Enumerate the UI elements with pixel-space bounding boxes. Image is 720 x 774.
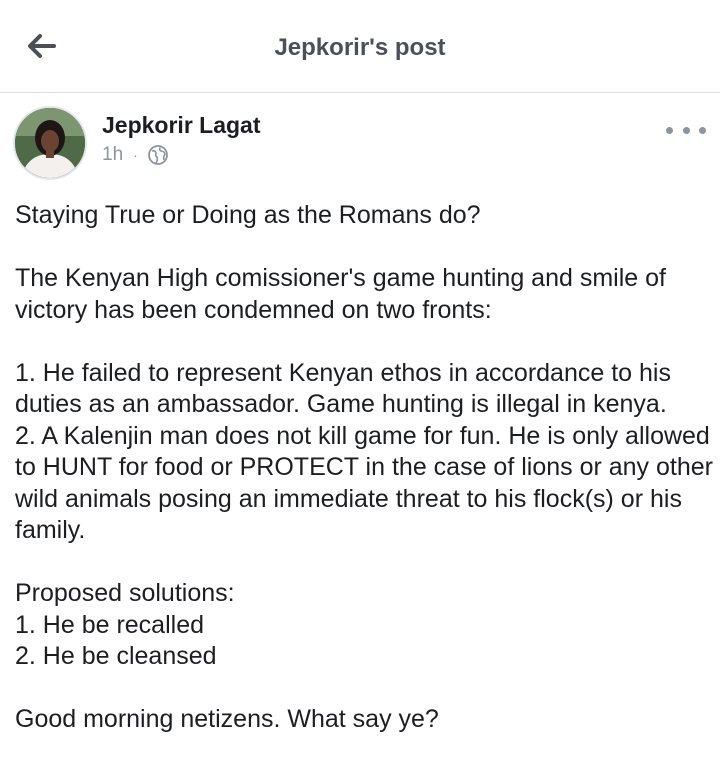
post-header: Jepkorir Lagat 1h · bbox=[0, 92, 720, 192]
post-line: The Kenyan High comissioner's game hunti… bbox=[15, 264, 666, 324]
meta-separator: · bbox=[133, 147, 138, 163]
post-text: Staying True or Doing as the Romans do? … bbox=[15, 200, 715, 736]
post-line: 2. A Kalenjin man does not kill game for… bbox=[15, 421, 713, 545]
author-name[interactable]: Jepkorir Lagat bbox=[102, 112, 261, 139]
more-options-button[interactable] bbox=[666, 122, 706, 138]
avatar[interactable] bbox=[13, 106, 87, 180]
top-bar: Jepkorir's post bbox=[0, 0, 720, 93]
post-time[interactable]: 1h bbox=[102, 144, 123, 166]
globe-icon bbox=[147, 145, 168, 165]
more-dot bbox=[682, 126, 690, 134]
post-line: Staying True or Doing as the Romans do? bbox=[15, 201, 481, 229]
post-line: Good morning netizens. What say ye? bbox=[15, 705, 439, 733]
more-dot bbox=[666, 126, 673, 134]
post-line: 1. He failed to represent Kenyan ethos i… bbox=[15, 358, 671, 419]
avatar-image bbox=[15, 108, 85, 178]
more-dot bbox=[699, 126, 706, 134]
post-line: 1. He be recalled bbox=[15, 610, 205, 639]
post-meta: 1h · bbox=[102, 144, 168, 166]
post-line: 2. He be cleansed bbox=[15, 642, 217, 670]
page-title: Jepkorir's post bbox=[274, 34, 446, 61]
post-line: Proposed solutions: bbox=[15, 579, 235, 607]
